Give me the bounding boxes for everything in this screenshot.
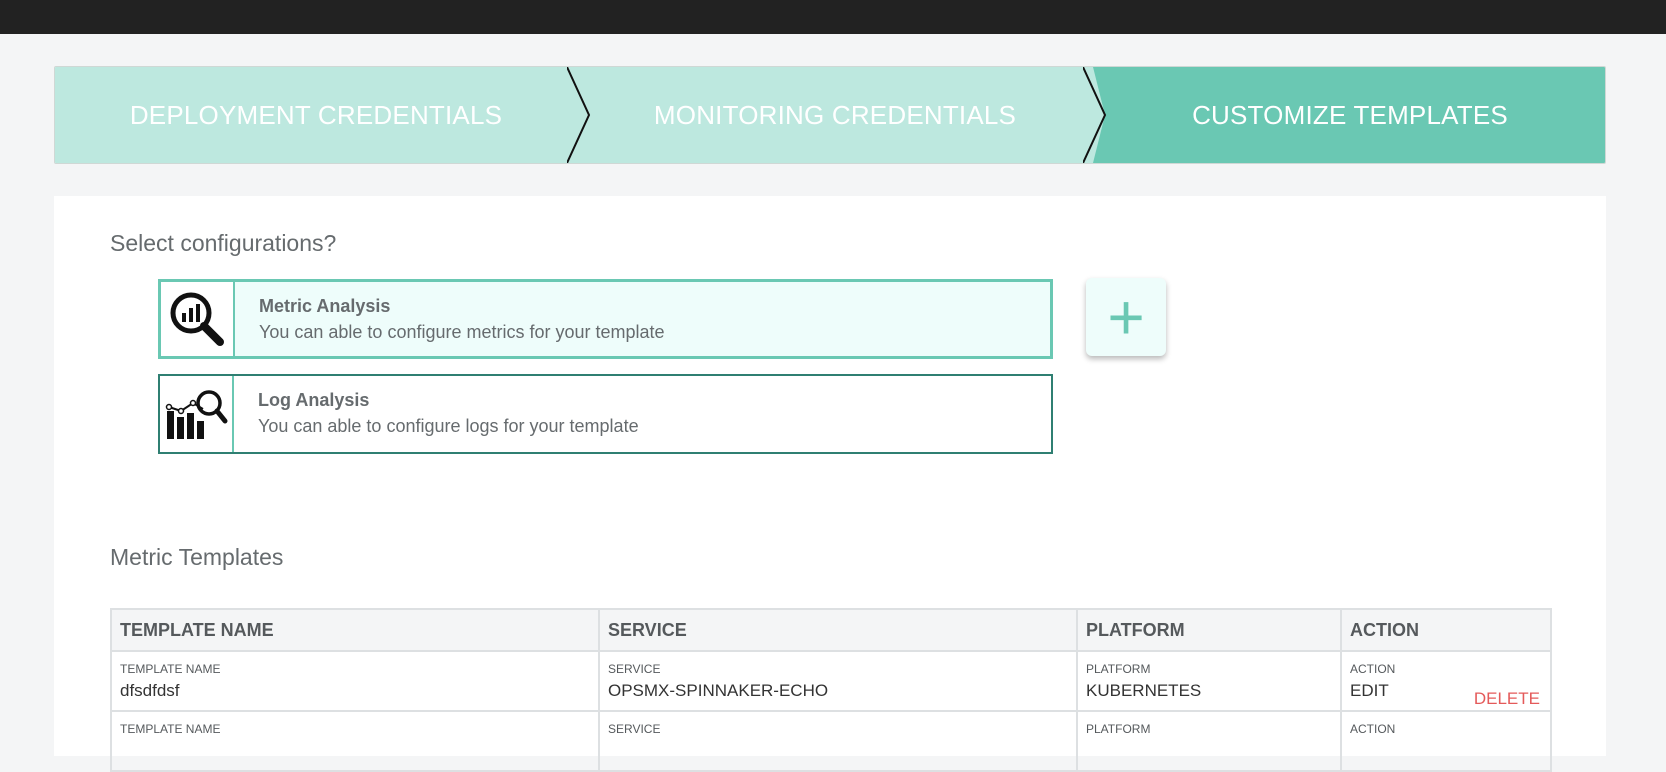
option-description: You can able to configure logs for your …: [258, 416, 639, 436]
step-label: DEPLOYMENT CREDENTIALS: [129, 99, 503, 130]
step-separator-chevron: [567, 67, 601, 163]
cell-action: ACTION EDIT DELETE: [1340, 650, 1552, 712]
table-row: TEMPLATE NAME SERVICE PLATFORM ACTION: [110, 710, 1552, 772]
cell-template-name: TEMPLATE NAME dfsdfdsf: [110, 650, 600, 712]
cell-action: ACTION: [1340, 710, 1552, 772]
table-row: TEMPLATE NAME dfsdfdsf SERVICE OPSMX-SPI…: [110, 650, 1552, 712]
cell-platform: PLATFORM KUBERNETES: [1076, 650, 1342, 712]
table-header-row: TEMPLATE NAME SERVICE PLATFORM ACTION: [110, 608, 1552, 652]
metric-templates-heading: Metric Templates: [110, 544, 284, 570]
step-label: MONITORING CREDENTIALS: [653, 99, 1017, 130]
option-metric-analysis[interactable]: Metric Analysis You can able to configur…: [158, 279, 1053, 359]
wizard-stepper: DEPLOYMENT CREDENTIALS MONITORING CREDEN…: [54, 66, 1606, 164]
column-header-template-name[interactable]: TEMPLATE NAME: [110, 608, 600, 652]
select-configurations-heading: Select configurations?: [110, 230, 337, 256]
template-name-value: dfsdfdsf: [120, 681, 180, 700]
step-customize-templates[interactable]: CUSTOMIZE TEMPLATES: [1093, 67, 1605, 163]
configuration-card: Select configurations? Metric Analysis Y…: [54, 196, 1606, 772]
top-nav-bar: [0, 0, 1666, 34]
step-monitoring-credentials[interactable]: MONITORING CREDENTIALS: [577, 67, 1093, 163]
cell-template-name: TEMPLATE NAME: [110, 710, 600, 772]
log-analysis-icon: [160, 376, 234, 452]
cell-label: SERVICE: [608, 662, 661, 676]
option-title: Metric Analysis: [259, 296, 391, 316]
add-configuration-button[interactable]: +: [1086, 278, 1166, 356]
delete-link[interactable]: DELETE: [1474, 689, 1540, 709]
step-deployment-credentials[interactable]: DEPLOYMENT CREDENTIALS: [55, 67, 577, 163]
cell-label: ACTION: [1350, 662, 1396, 676]
plus-icon: +: [1107, 281, 1145, 353]
metric-templates-table: TEMPLATE NAME SERVICE PLATFORM ACTION TE…: [110, 608, 1552, 772]
step-label: CUSTOMIZE TEMPLATES: [1192, 99, 1508, 130]
step-separator-chevron: [1083, 67, 1107, 163]
cell-service: SERVICE OPSMX-SPINNAKER-ECHO: [598, 650, 1078, 712]
option-title: Log Analysis: [258, 390, 370, 410]
column-header-platform[interactable]: PLATFORM: [1076, 608, 1342, 652]
column-header-action: ACTION: [1340, 608, 1552, 652]
cell-label: PLATFORM: [1086, 662, 1151, 676]
cell-label: TEMPLATE NAME: [120, 662, 221, 676]
column-header-service[interactable]: SERVICE: [598, 608, 1078, 652]
option-description: You can able to configure metrics for yo…: [259, 322, 665, 342]
cell-service: SERVICE: [598, 710, 1078, 772]
option-log-analysis[interactable]: Log Analysis You can able to configure l…: [158, 374, 1053, 454]
cell-platform: PLATFORM: [1076, 710, 1342, 772]
platform-value: KUBERNETES: [1086, 681, 1202, 700]
service-value: OPSMX-SPINNAKER-ECHO: [608, 681, 829, 700]
metric-analysis-icon: [161, 282, 235, 356]
